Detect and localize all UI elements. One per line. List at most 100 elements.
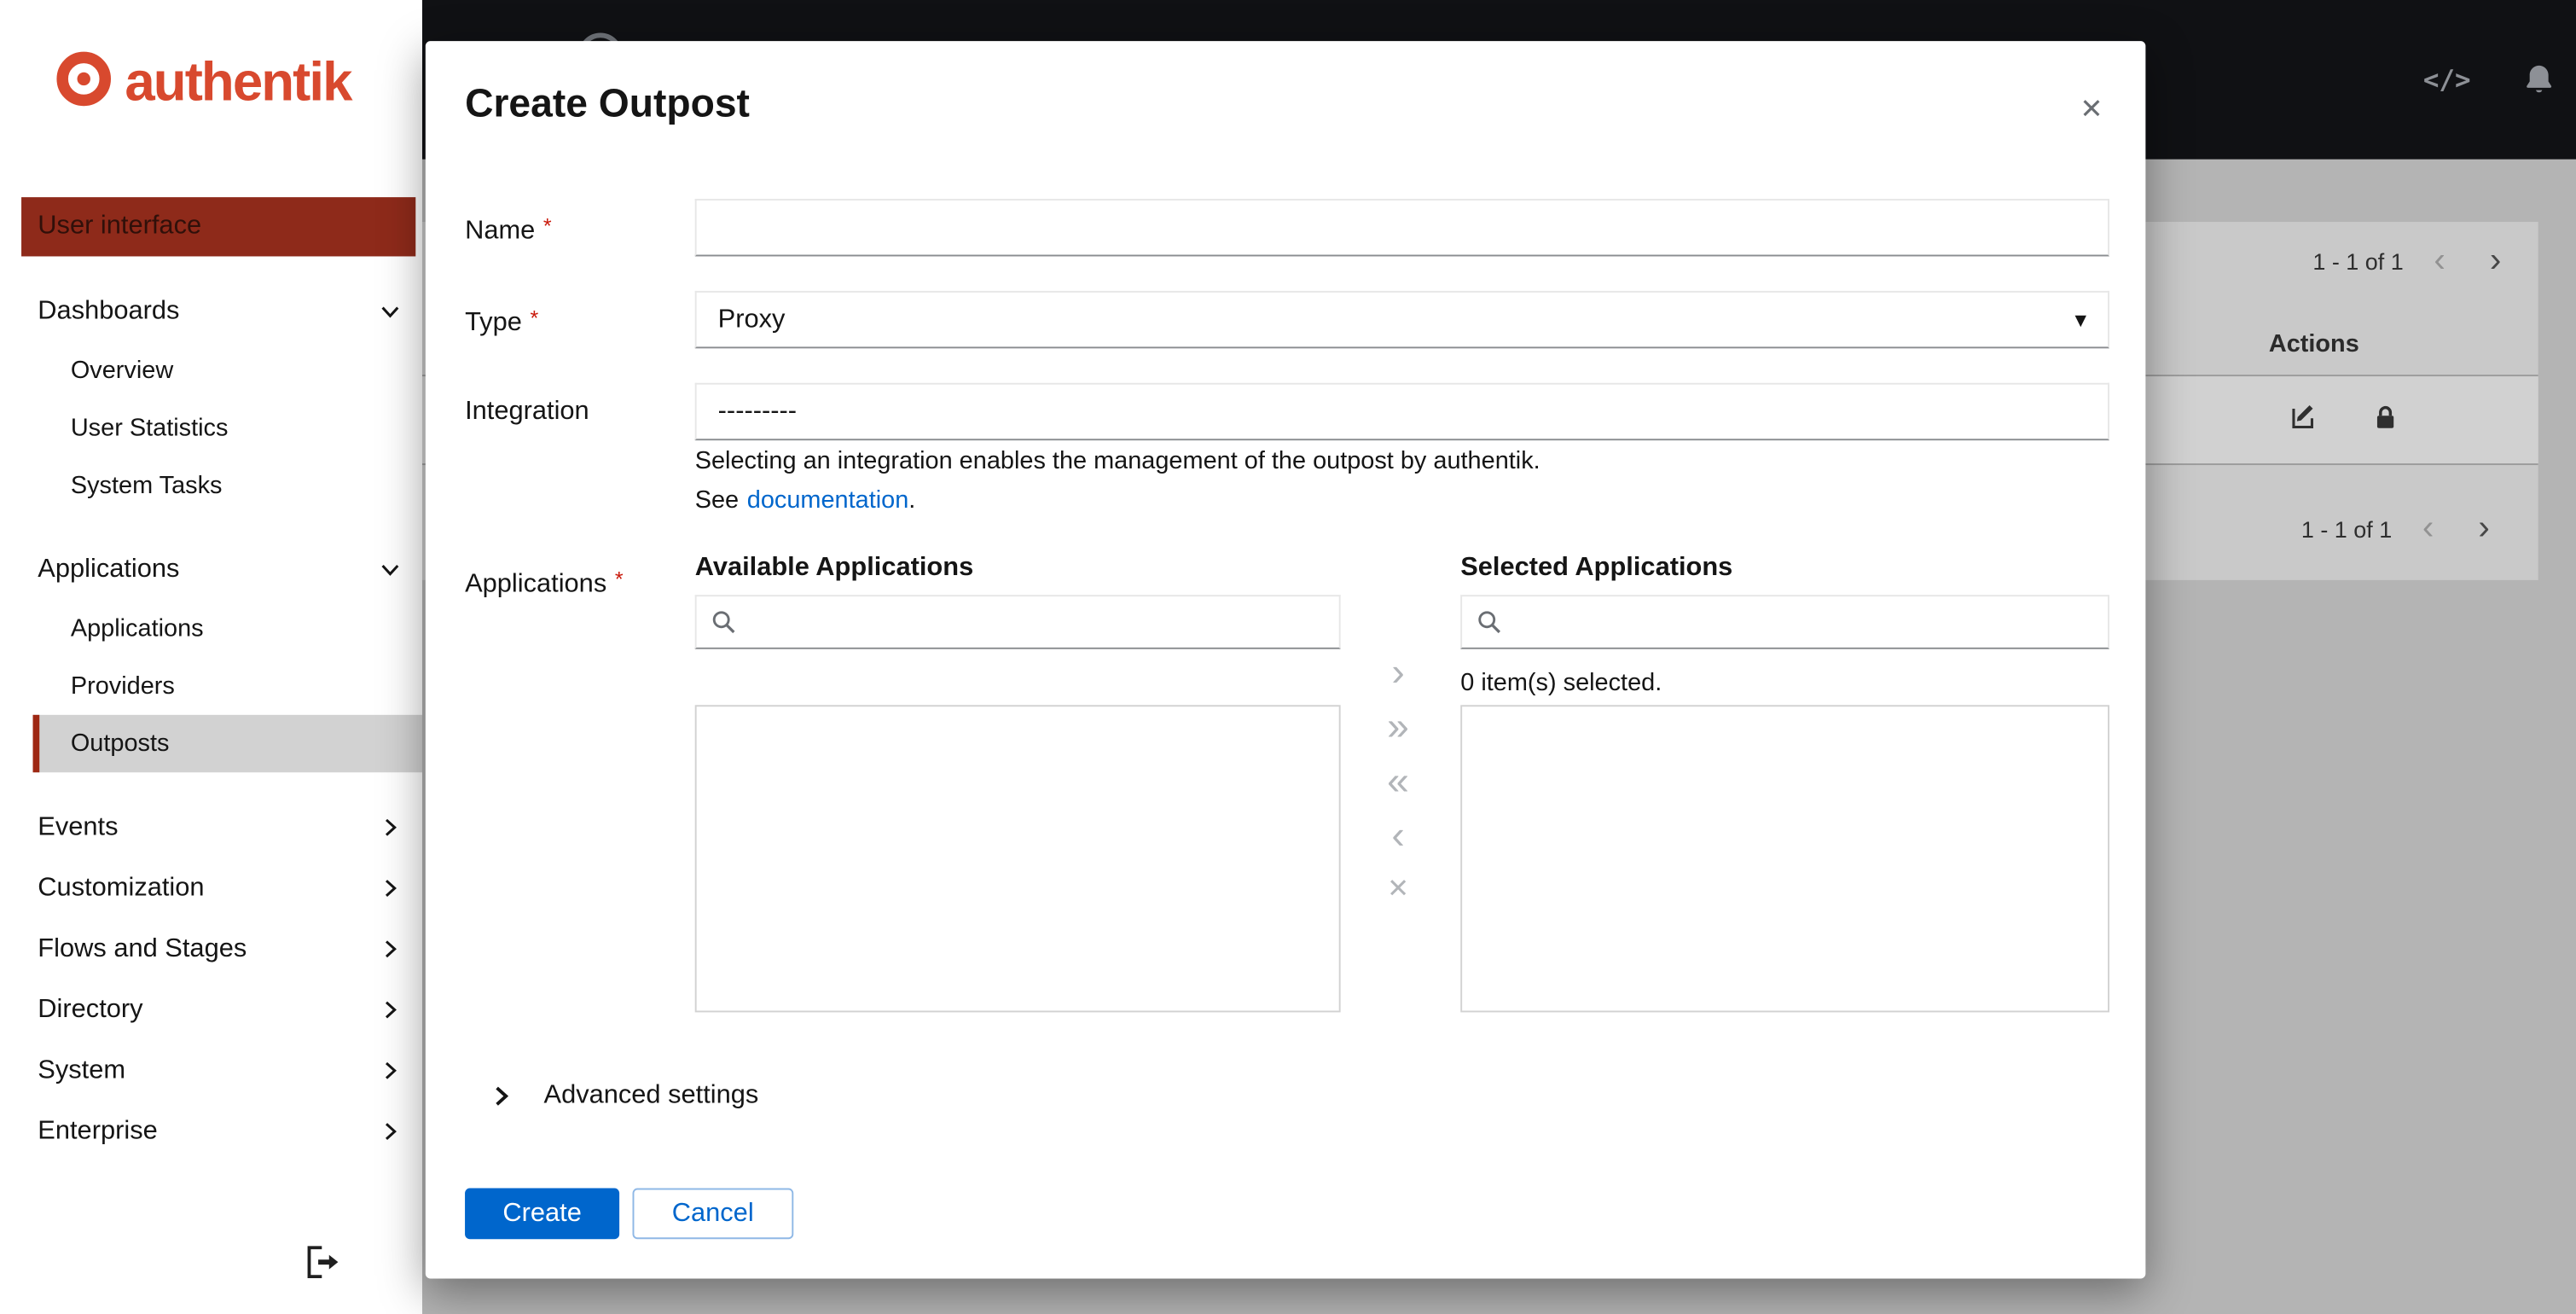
pagination-top: 1 - 1 of 1 ‹ › <box>2312 238 2515 284</box>
integration-select[interactable]: --------- <box>694 382 2110 441</box>
sidebar-group-enterprise[interactable]: Enterprise <box>0 1101 422 1161</box>
help-see-text: See <box>694 486 740 515</box>
create-button[interactable]: Create <box>465 1188 620 1240</box>
type-label: Type * <box>465 305 538 339</box>
sidebar-group-customization[interactable]: Customization <box>0 858 422 918</box>
chevron-right-icon <box>381 1061 399 1079</box>
available-applications-title: Available Applications <box>694 554 974 582</box>
clear-button[interactable]: ✕ <box>1387 873 1409 907</box>
chevron-down-icon <box>381 561 399 579</box>
caret-down-icon: ▾ <box>2074 305 2087 333</box>
help-period: . <box>908 486 916 515</box>
integration-label: Integration <box>465 398 589 427</box>
user-interface-button[interactable]: User interface <box>21 197 416 257</box>
group-label: Flows and Stages <box>38 933 247 962</box>
close-icon[interactable]: ✕ <box>2074 87 2110 133</box>
edit-icon[interactable] <box>2290 403 2318 439</box>
screen: </> 1 - 1 of 1 ‹ › Actions 1 - 1 of 1 ‹ … <box>0 0 2576 1314</box>
group-label: Events <box>38 812 119 841</box>
sidebar-item-outposts[interactable]: Outposts <box>32 714 422 773</box>
sidebar-item-overview[interactable]: Overview <box>0 342 422 399</box>
selected-applications-listbox[interactable] <box>1460 705 2110 1013</box>
sidebar-item-applications[interactable]: Applications <box>0 600 422 657</box>
pagination-bottom: 1 - 1 of 1 ‹ › <box>2301 506 2503 552</box>
group-label: Customization <box>38 873 205 902</box>
sidebar: authentik User interface Dashboards Over… <box>0 0 422 1314</box>
sidebar-group-flows-and-stages[interactable]: Flows and Stages <box>0 919 422 980</box>
pagination-next-icon[interactable]: › <box>2476 240 2515 282</box>
group-label: Dashboards <box>38 296 180 325</box>
chevron-right-icon <box>381 818 399 836</box>
documentation-link[interactable]: documentation <box>747 486 909 515</box>
item-label: Providers <box>70 672 175 701</box>
pagination-next-icon[interactable]: › <box>2464 508 2503 550</box>
authentik-logo[interactable]: authentik <box>51 44 352 119</box>
advanced-settings-label: Advanced settings <box>543 1081 759 1110</box>
required-asterisk: * <box>542 213 552 239</box>
item-label: Applications <box>70 614 204 643</box>
advanced-settings-toggle[interactable]: Advanced settings <box>491 1081 758 1111</box>
name-label: Name * <box>465 213 552 247</box>
sidebar-group-system[interactable]: System <box>0 1040 422 1101</box>
applications-label: Applications * <box>465 567 624 600</box>
group-label: System <box>38 1055 126 1084</box>
move-all-left-button[interactable]: « <box>1387 762 1409 801</box>
pagination-label: 1 - 1 of 1 <box>2312 247 2404 275</box>
actions-column-header: Actions <box>2268 330 2359 358</box>
notifications-bell-icon[interactable] <box>2523 62 2555 103</box>
available-applications-listbox[interactable] <box>694 705 1341 1013</box>
selected-applications-title: Selected Applications <box>1460 554 1733 582</box>
move-left-button[interactable]: ‹ <box>1391 816 1404 855</box>
required-asterisk: * <box>614 567 624 592</box>
label-text: Name <box>465 217 536 245</box>
selected-search-input[interactable] <box>1460 595 2110 649</box>
modal-title: Create Outpost <box>465 82 750 127</box>
sidebar-group-directory[interactable]: Directory <box>0 980 422 1040</box>
move-all-right-button[interactable]: » <box>1387 707 1409 747</box>
sidebar-item-providers[interactable]: Providers <box>0 657 422 714</box>
type-select[interactable]: Proxy ▾ <box>694 290 2110 349</box>
user-interface-label: User interface <box>38 212 202 241</box>
integration-help-text: Selecting an integration enables the man… <box>694 446 1540 475</box>
required-asterisk: * <box>530 305 539 331</box>
cancel-button[interactable]: Cancel <box>632 1188 793 1240</box>
item-label: Outposts <box>70 730 170 758</box>
chevron-right-icon <box>381 879 399 897</box>
label-text: Integration <box>465 398 589 426</box>
chevron-right-icon <box>381 940 399 958</box>
lock-icon[interactable] <box>2374 404 2397 439</box>
label-text: Applications <box>465 570 607 599</box>
label-text: Type <box>465 309 522 337</box>
item-label: Overview <box>70 356 174 385</box>
pagination-prev-icon[interactable]: ‹ <box>2420 240 2459 282</box>
sidebar-nav: Dashboards Overview User Statistics Syst… <box>0 281 422 1161</box>
move-right-button[interactable]: › <box>1391 654 1404 693</box>
group-label: Directory <box>38 995 143 1023</box>
api-drawer-icon[interactable]: </> <box>2423 64 2471 96</box>
chevron-right-icon <box>381 1001 399 1019</box>
type-select-value: Proxy <box>717 305 786 334</box>
sidebar-group-dashboards[interactable]: Dashboards <box>0 281 422 341</box>
group-label: Enterprise <box>38 1116 158 1145</box>
chevron-right-icon <box>381 1122 399 1141</box>
integration-select-value: --------- <box>717 397 798 425</box>
pagination-label: 1 - 1 of 1 <box>2300 515 2393 543</box>
dual-list-controls: › » « ‹ ✕ <box>1372 654 1424 907</box>
chevron-right-icon <box>491 1086 511 1106</box>
group-label: Applications <box>38 555 180 583</box>
sidebar-group-applications[interactable]: Applications <box>0 539 422 600</box>
name-input[interactable] <box>694 199 2110 257</box>
sign-out-icon[interactable] <box>305 1246 341 1287</box>
sidebar-group-events[interactable]: Events <box>0 797 422 858</box>
sidebar-item-user-statistics[interactable]: User Statistics <box>0 399 422 456</box>
available-search-input[interactable] <box>694 595 1341 649</box>
authentik-wordmark: authentik <box>125 49 352 112</box>
selected-count-text: 0 item(s) selected. <box>1460 668 1662 697</box>
authentik-logo-mark-icon <box>51 44 117 119</box>
pagination-prev-icon[interactable]: ‹ <box>2409 508 2448 550</box>
item-label: User Statistics <box>70 414 229 443</box>
integration-help-line2: See documentation. <box>695 486 916 515</box>
create-outpost-modal: Create Outpost ✕ Name * Type * Proxy ▾ Int… <box>425 41 2146 1279</box>
chevron-down-icon <box>381 302 399 320</box>
sidebar-item-system-tasks[interactable]: System Tasks <box>0 456 422 514</box>
